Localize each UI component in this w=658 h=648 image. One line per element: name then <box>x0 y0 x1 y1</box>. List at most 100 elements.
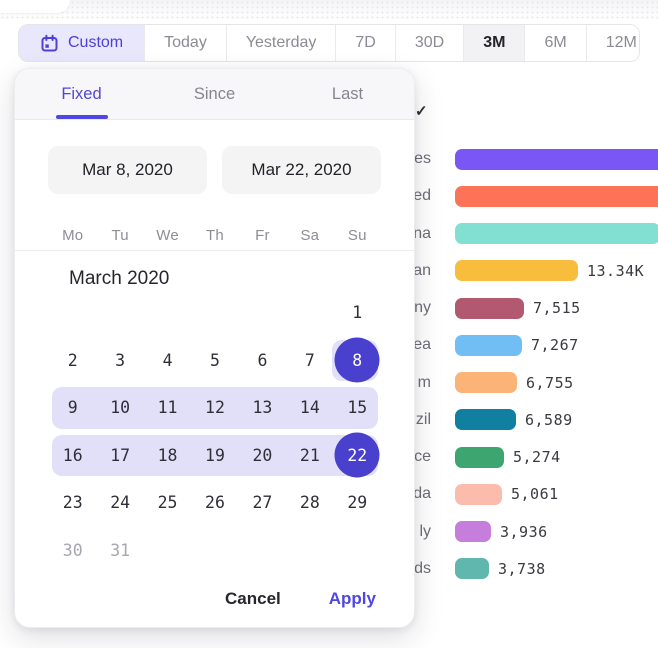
check-icon: ✓ <box>415 102 428 120</box>
day-cell-4[interactable]: 4 <box>144 337 191 385</box>
day-cell-14[interactable]: 14 <box>286 384 333 432</box>
empty-day-cell <box>144 289 191 337</box>
week-row: 1 <box>49 289 381 337</box>
bar[interactable] <box>455 558 489 579</box>
day-number: 23 <box>63 493 83 512</box>
day-number: 29 <box>347 493 367 512</box>
bar-label: ce <box>414 448 431 466</box>
day-cell-28[interactable]: 28 <box>286 479 333 527</box>
bar-value: 3,936 <box>500 523 548 541</box>
bar[interactable] <box>455 521 491 542</box>
day-cell-19[interactable]: 19 <box>191 432 238 480</box>
bar[interactable] <box>455 260 578 281</box>
day-cell-30[interactable]: 30 <box>49 527 96 575</box>
day-number: 19 <box>205 446 225 465</box>
weekday-header: MoTuWeThFrSaSu <box>49 227 381 244</box>
empty-day-cell <box>191 527 238 575</box>
day-number: 30 <box>63 541 83 560</box>
active-tab-underline <box>56 115 108 119</box>
day-cell-1[interactable]: 1 <box>334 289 381 337</box>
day-number: 8 <box>352 351 362 370</box>
empty-day-cell <box>286 289 333 337</box>
day-cell-6[interactable]: 6 <box>239 337 286 385</box>
day-cell-13[interactable]: 13 <box>239 384 286 432</box>
toolbar-button-7d[interactable]: 7D <box>335 25 394 61</box>
day-number: 1 <box>352 303 362 322</box>
day-cell-25[interactable]: 25 <box>144 479 191 527</box>
bar[interactable] <box>455 298 524 319</box>
day-number: 21 <box>300 446 320 465</box>
toolbar-button-label: 12M <box>606 34 637 52</box>
calendar-icon <box>40 34 59 53</box>
toolbar-button-today[interactable]: Today <box>144 25 226 61</box>
day-cell-23[interactable]: 23 <box>49 479 96 527</box>
date-inputs-row: Mar 8, 2020 Mar 22, 2020 <box>48 146 381 194</box>
bar[interactable] <box>455 484 502 505</box>
day-number: 3 <box>115 351 125 370</box>
toolbar-button-6m[interactable]: 6M <box>524 25 585 61</box>
start-date-input[interactable]: Mar 8, 2020 <box>48 146 207 194</box>
day-cell-27[interactable]: 27 <box>239 479 286 527</box>
bar[interactable] <box>455 335 522 356</box>
day-cell-5[interactable]: 5 <box>191 337 238 385</box>
week-row: 2 3 4 5678 <box>49 337 381 385</box>
day-cell-11[interactable]: 11 <box>144 384 191 432</box>
end-date-input[interactable]: Mar 22, 2020 <box>222 146 381 194</box>
range-toolbar: CustomTodayYesterday 7D 30D 3M6M 12M <box>18 24 640 62</box>
day-number: 2 <box>68 351 78 370</box>
bar[interactable] <box>455 409 516 430</box>
bar[interactable] <box>455 223 658 244</box>
day-number: 24 <box>110 493 130 512</box>
toolbar-button-custom[interactable]: Custom <box>19 25 144 61</box>
day-cell-21[interactable]: 21 <box>286 432 333 480</box>
cancel-button[interactable]: Cancel <box>223 585 283 613</box>
tab-last[interactable]: Last <box>281 69 414 119</box>
week-days: 23 24 25262728 29 <box>49 479 381 527</box>
tab-label: Last <box>332 85 363 104</box>
empty-day-cell <box>239 527 286 575</box>
day-cell-24[interactable]: 24 <box>96 479 143 527</box>
day-number: 20 <box>252 446 272 465</box>
day-cell-17[interactable]: 17 <box>96 432 143 480</box>
toolbar-button-label: 7D <box>355 34 375 52</box>
day-cell-16[interactable]: 16 <box>49 432 96 480</box>
day-cell-26[interactable]: 26 <box>191 479 238 527</box>
day-cell-18[interactable]: 18 <box>144 432 191 480</box>
toolbar-button-12m[interactable]: 12M <box>586 25 640 61</box>
toolbar-button-label: 30D <box>415 34 444 52</box>
toolbar-button-3m[interactable]: 3M <box>463 25 524 61</box>
bar[interactable] <box>455 186 658 207</box>
apply-button[interactable]: Apply <box>327 585 378 613</box>
day-cell-10[interactable]: 10 <box>96 384 143 432</box>
day-number: 12 <box>205 398 225 417</box>
bar[interactable] <box>455 149 658 170</box>
weekday-label: We <box>144 227 191 244</box>
tab-fixed[interactable]: Fixed <box>15 69 148 119</box>
day-number: 18 <box>158 446 178 465</box>
day-cell-2[interactable]: 2 <box>49 337 96 385</box>
tab-since[interactable]: Since <box>148 69 281 119</box>
day-cell-12[interactable]: 12 <box>191 384 238 432</box>
day-cell-22[interactable]: 22 <box>334 432 381 480</box>
day-cell-3[interactable]: 3 <box>96 337 143 385</box>
day-cell-31[interactable]: 31 <box>96 527 143 575</box>
day-cell-20[interactable]: 20 <box>239 432 286 480</box>
day-cell-8[interactable]: 8 <box>334 337 381 385</box>
day-cell-9[interactable]: 9 <box>49 384 96 432</box>
weekday-divider <box>15 250 414 251</box>
day-cell-7[interactable]: 7 <box>286 337 333 385</box>
toolbar-button-30d[interactable]: 30D <box>395 25 463 61</box>
tab-label: Fixed <box>61 85 101 104</box>
bar-value: 6,755 <box>526 374 574 392</box>
day-number: 5 <box>210 351 220 370</box>
empty-day-cell <box>239 289 286 337</box>
bar[interactable] <box>455 372 517 393</box>
day-number: 4 <box>163 351 173 370</box>
calendar-grid: 1234567891011121314151617181920212223242… <box>49 289 381 574</box>
toolbar-button-yesterday[interactable]: Yesterday <box>226 25 336 61</box>
day-number: 10 <box>110 398 130 417</box>
day-cell-15[interactable]: 15 <box>334 384 381 432</box>
bar[interactable] <box>455 447 504 468</box>
day-cell-29[interactable]: 29 <box>334 479 381 527</box>
bar-label: es <box>414 150 431 168</box>
